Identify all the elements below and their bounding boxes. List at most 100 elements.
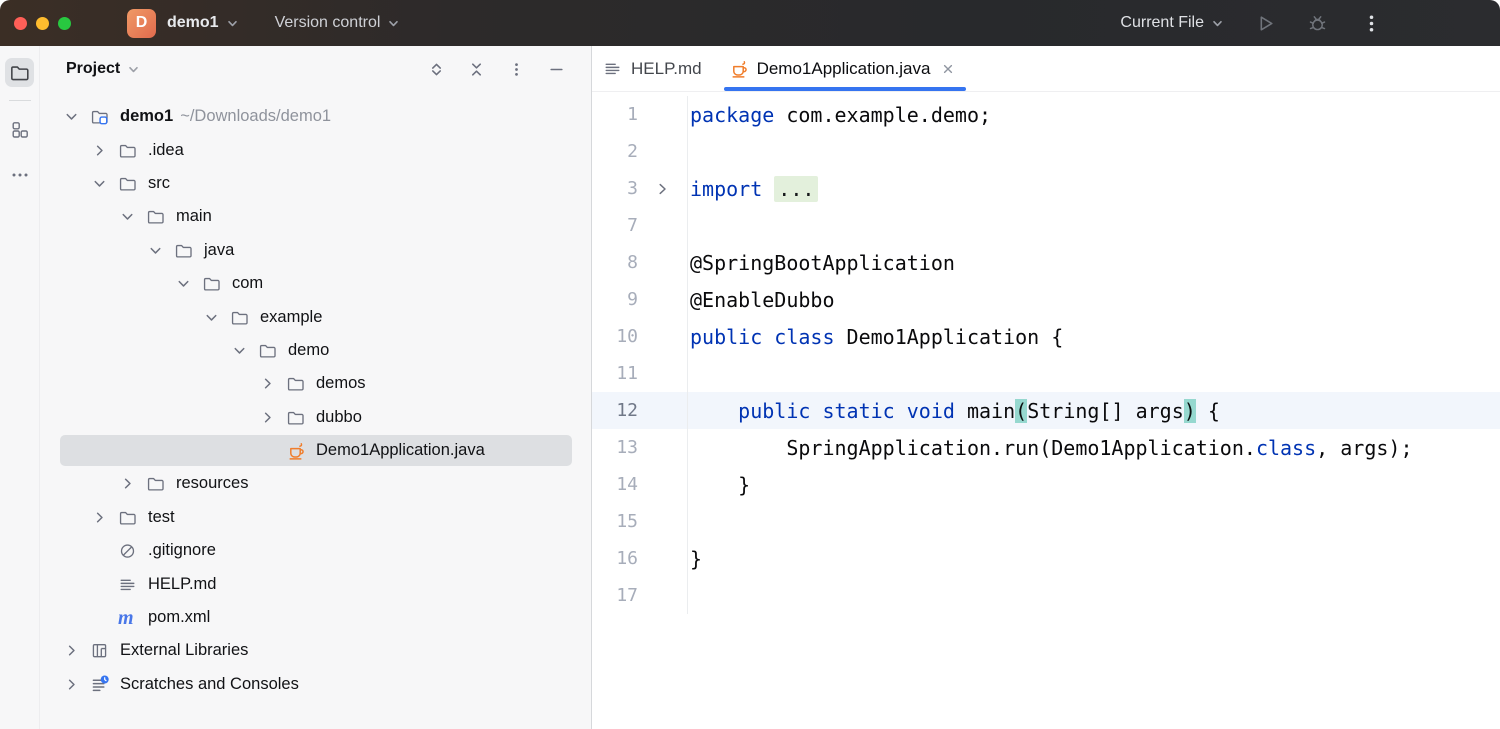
chevron-down-icon[interactable] — [231, 342, 258, 359]
tree-item[interactable]: test — [40, 501, 591, 534]
code-line: 2 — [592, 133, 1500, 170]
tree-item[interactable]: HELP.md — [40, 567, 591, 600]
folder-icon — [146, 474, 176, 493]
fold-chevron-icon[interactable] — [638, 170, 687, 207]
tree-item[interactable]: dubbo — [40, 401, 591, 434]
project-selector[interactable]: D demo1 — [127, 9, 239, 38]
version-control-menu[interactable]: Version control — [275, 14, 401, 32]
folder-icon — [286, 408, 316, 427]
library-icon — [90, 641, 120, 660]
tree-item-label: .gitignore — [148, 541, 216, 560]
close-window-button[interactable] — [14, 17, 27, 30]
modules-icon[interactable] — [5, 115, 34, 144]
tree-item-label: demo1 — [120, 107, 173, 126]
code-line: 8 @SpringBootApplication — [592, 244, 1500, 281]
folded-imports[interactable]: ... — [774, 176, 818, 202]
code-text — [687, 207, 1500, 244]
zoom-window-button[interactable] — [58, 17, 71, 30]
folder-icon — [174, 241, 204, 260]
debug-icon[interactable] — [1304, 10, 1330, 36]
code-token: SpringApplication.run(Demo1Application. — [690, 436, 1256, 460]
code-token: static — [822, 399, 894, 423]
tree-item-label: main — [176, 207, 212, 226]
tree-item-label: demos — [316, 374, 366, 393]
code-line: 7 — [592, 207, 1500, 244]
tree-item[interactable]: demo1~/Downloads/demo1 — [40, 100, 591, 133]
tree-item[interactable]: demos — [40, 367, 591, 400]
editor-tab-bar: HELP.mdDemo1Application.java — [592, 46, 1500, 92]
line-number: 17 — [592, 577, 638, 614]
more-horizontal-icon[interactable] — [5, 160, 34, 189]
project-avatar: D — [127, 9, 156, 38]
tree-item[interactable]: External Libraries — [40, 634, 591, 667]
code-token: import — [690, 177, 762, 201]
editor-tab[interactable]: Demo1Application.java — [718, 46, 973, 91]
code-text: public static void main(String[] args) { — [687, 392, 1500, 429]
project-view-selector[interactable]: Project — [66, 60, 140, 78]
minimize-window-button[interactable] — [36, 17, 49, 30]
tree-item[interactable]: Scratches and Consoles — [40, 668, 591, 701]
project-tool-icon[interactable] — [5, 58, 34, 87]
chevron-right-icon[interactable] — [259, 409, 286, 426]
tree-item[interactable]: main — [40, 200, 591, 233]
chevron-down-icon — [387, 17, 400, 30]
chevron-right-icon[interactable] — [91, 142, 118, 159]
close-icon[interactable] — [940, 61, 956, 77]
code-token: String[] args — [1027, 399, 1184, 423]
chevron-down-icon — [127, 63, 140, 76]
code-text: @SpringBootApplication — [687, 244, 1500, 281]
tree-item[interactable]: java — [40, 234, 591, 267]
line-number: 7 — [592, 207, 638, 244]
chevron-right-icon[interactable] — [63, 642, 90, 659]
chevron-down-icon[interactable] — [119, 208, 146, 225]
tree-item[interactable]: mpom.xml — [40, 601, 591, 634]
tree-item[interactable]: .idea — [40, 133, 591, 166]
hide-icon[interactable] — [548, 61, 565, 78]
tree-item[interactable]: resources — [40, 467, 591, 500]
title-bar: D demo1 Version control Current File — [0, 0, 1500, 46]
options-icon[interactable] — [508, 61, 525, 78]
window-controls — [14, 17, 71, 30]
code-line: 16} — [592, 540, 1500, 577]
code-editor[interactable]: 1package com.example.demo;23import ...78… — [592, 92, 1500, 729]
chevron-right-icon[interactable] — [259, 375, 286, 392]
main-area: Project demo1~/Downloads/demo1.idea srcma… — [0, 46, 1500, 729]
chevron-down-icon[interactable] — [203, 309, 230, 326]
line-number: 1 — [592, 96, 638, 133]
tree-item[interactable]: Demo1Application.java — [40, 434, 591, 467]
tree-item-label: com — [232, 274, 263, 293]
tree-item-label: External Libraries — [120, 641, 248, 660]
line-number: 10 — [592, 318, 638, 355]
collapse-all-icon[interactable] — [468, 61, 485, 78]
code-text: SpringApplication.run(Demo1Application.c… — [687, 429, 1500, 466]
chevron-right-icon[interactable] — [119, 475, 146, 492]
chevron-right-icon[interactable] — [63, 676, 90, 693]
code-token: ( — [1015, 399, 1027, 423]
gutter-spacer — [638, 577, 687, 614]
expand-all-icon[interactable] — [428, 61, 445, 78]
line-number: 8 — [592, 244, 638, 281]
editor-tab[interactable]: HELP.md — [592, 46, 718, 91]
project-name: demo1 — [167, 14, 219, 32]
tree-item[interactable]: com — [40, 267, 591, 300]
chevron-down-icon[interactable] — [91, 175, 118, 192]
chevron-down-icon[interactable] — [63, 108, 90, 125]
run-configuration-selector[interactable]: Current File — [1120, 14, 1224, 32]
tree-item-label: resources — [176, 474, 248, 493]
folder-icon — [118, 141, 148, 160]
tree-item[interactable]: src — [40, 167, 591, 200]
tree-item-label: src — [148, 174, 170, 193]
chevron-right-icon[interactable] — [91, 509, 118, 526]
chevron-down-icon[interactable] — [147, 242, 174, 259]
tree-item[interactable]: example — [40, 300, 591, 333]
code-line: 3import ... — [592, 170, 1500, 207]
tree-item[interactable]: .gitignore — [40, 534, 591, 567]
project-tool-window: Project demo1~/Downloads/demo1.idea srcma… — [40, 46, 591, 729]
more-vertical-icon[interactable] — [1358, 10, 1384, 36]
line-number: 12 — [592, 392, 638, 429]
line-number: 2 — [592, 133, 638, 170]
tree-item[interactable]: demo — [40, 334, 591, 367]
chevron-down-icon[interactable] — [175, 275, 202, 292]
run-icon[interactable] — [1252, 10, 1278, 36]
markdown-icon — [603, 59, 631, 78]
